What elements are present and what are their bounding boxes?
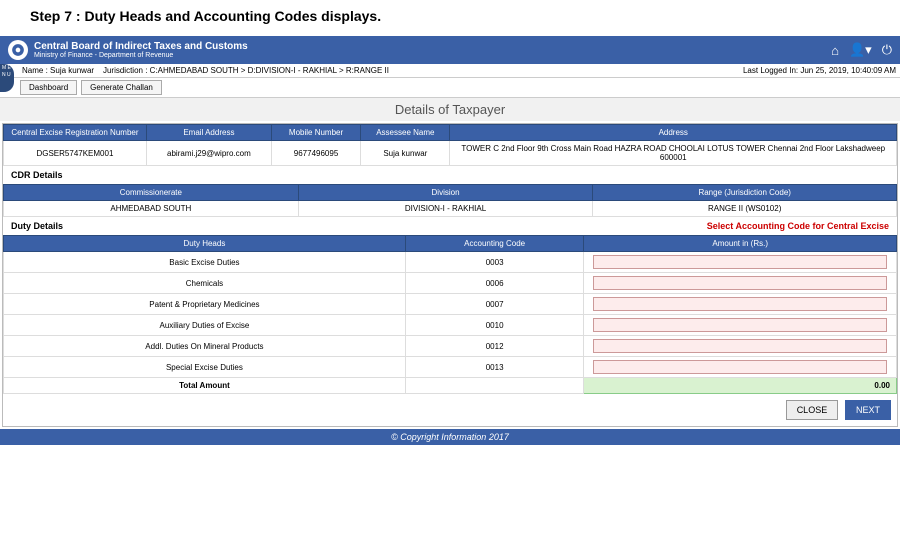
table-row: Auxiliary Duties of Excise0010 [4,315,897,336]
table-row: Special Excise Duties0013 [4,357,897,378]
cell-duty-head: Basic Excise Duties [4,252,406,273]
section-title: Details of Taxpayer [0,98,900,121]
col-address: Address [450,125,897,141]
cell-duty-head: Auxiliary Duties of Excise [4,315,406,336]
col-range: Range (Jurisdiction Code) [593,185,897,201]
table-row: Basic Excise Duties0003 [4,252,897,273]
cell-duty-head: Patent & Proprietary Medicines [4,294,406,315]
table-row: Chemicals0006 [4,273,897,294]
cell-address: TOWER C 2nd Floor 9th Cross Main Road HA… [450,141,897,166]
duty-table: Duty Heads Accounting Code Amount in (Rs… [3,235,897,394]
menu-toggle[interactable]: M E N U [0,64,14,92]
total-label: Total Amount [4,378,406,394]
cell-amount [584,336,897,357]
amount-input[interactable] [593,318,887,332]
amount-input[interactable] [593,276,887,290]
amount-input[interactable] [593,255,887,269]
total-value: 0.00 [584,378,897,394]
power-icon[interactable]: ⏻ [882,42,892,58]
cell-acc-code: 0012 [405,336,584,357]
cell-assessee: Suja kunwar [361,141,450,166]
content-area: Central Excise Registration Number Email… [2,123,898,427]
app-header: Central Board of Indirect Taxes and Cust… [0,36,900,64]
cell-amount [584,294,897,315]
user-icon[interactable]: 👤▾ [849,42,872,58]
org-subtitle: Ministry of Finance - Department of Reve… [34,52,831,59]
jur-label: Jurisdiction : [103,66,147,75]
amount-input[interactable] [593,339,887,353]
col-email: Email Address [146,125,271,141]
cell-acc-code: 0010 [405,315,584,336]
duty-heading: Duty Details Select Accounting Code for … [3,217,897,235]
cell-mobile: 9677496095 [271,141,360,166]
cell-amount [584,357,897,378]
cell-email: abirami.j29@wipro.com [146,141,271,166]
step-title: Step 7 : Duty Heads and Accounting Codes… [0,0,900,36]
close-button[interactable]: CLOSE [786,400,839,420]
cdr-heading: CDR Details [3,166,897,184]
tab-dashboard[interactable]: Dashboard [20,80,77,95]
cell-duty-head: Special Excise Duties [4,357,406,378]
col-mobile: Mobile Number [271,125,360,141]
cell-acc-code: 0007 [405,294,584,315]
col-duty-head: Duty Heads [4,236,406,252]
select-hint: Select Accounting Code for Central Excis… [707,221,889,231]
total-row: Total Amount 0.00 [4,378,897,394]
col-amount: Amount in (Rs.) [584,236,897,252]
cell-comm: AHMEDABAD SOUTH [4,201,299,217]
table-row: Addl. Duties On Mineral Products0012 [4,336,897,357]
col-div: Division [298,185,593,201]
name-value: Suja kunwar [50,66,94,75]
cell-amount [584,252,897,273]
jur-value: C:AHMEDABAD SOUTH > D:DIVISION-I - RAKHI… [150,66,389,75]
cell-acc-code: 0003 [405,252,584,273]
cell-acc-code: 0006 [405,273,584,294]
name-label: Name : [22,66,48,75]
table-row: AHMEDABAD SOUTH DIVISION-I - RAKHIAL RAN… [4,201,897,217]
col-reg: Central Excise Registration Number [4,125,147,141]
amount-input[interactable] [593,360,887,374]
col-acc-code: Accounting Code [405,236,584,252]
taxpayer-table: Central Excise Registration Number Email… [3,124,897,166]
cell-range: RANGE II (WS0102) [593,201,897,217]
cell-amount [584,315,897,336]
cell-reg: DGSER5747KEM001 [4,141,147,166]
cell-duty-head: Addl. Duties On Mineral Products [4,336,406,357]
user-info-bar: M E N U Name : Suja kunwar Jurisdiction … [0,64,900,78]
tabs-bar: Dashboard Generate Challan [0,78,900,98]
col-comm: Commissionerate [4,185,299,201]
table-row: Patent & Proprietary Medicines0007 [4,294,897,315]
cell-duty-head: Chemicals [4,273,406,294]
cell-amount [584,273,897,294]
next-button[interactable]: NEXT [845,400,891,420]
org-logo [8,40,28,60]
duty-title: Duty Details [11,221,63,231]
last-login-value: Jun 25, 2019, 10:40:09 AM [800,66,896,75]
tab-generate-challan[interactable]: Generate Challan [81,80,162,95]
table-row: DGSER5747KEM001 abirami.j29@wipro.com 96… [4,141,897,166]
footer: © Copyright Information 2017 [0,429,900,445]
cdr-table: Commissionerate Division Range (Jurisdic… [3,184,897,217]
home-icon[interactable]: ⌂ [831,43,839,58]
last-login-label: Last Logged In: [743,66,798,75]
amount-input[interactable] [593,297,887,311]
col-assessee: Assessee Name [361,125,450,141]
cell-div: DIVISION-I - RAKHIAL [298,201,593,217]
cell-acc-code: 0013 [405,357,584,378]
org-name: Central Board of Indirect Taxes and Cust… [34,41,831,52]
button-row: CLOSE NEXT [3,394,897,426]
